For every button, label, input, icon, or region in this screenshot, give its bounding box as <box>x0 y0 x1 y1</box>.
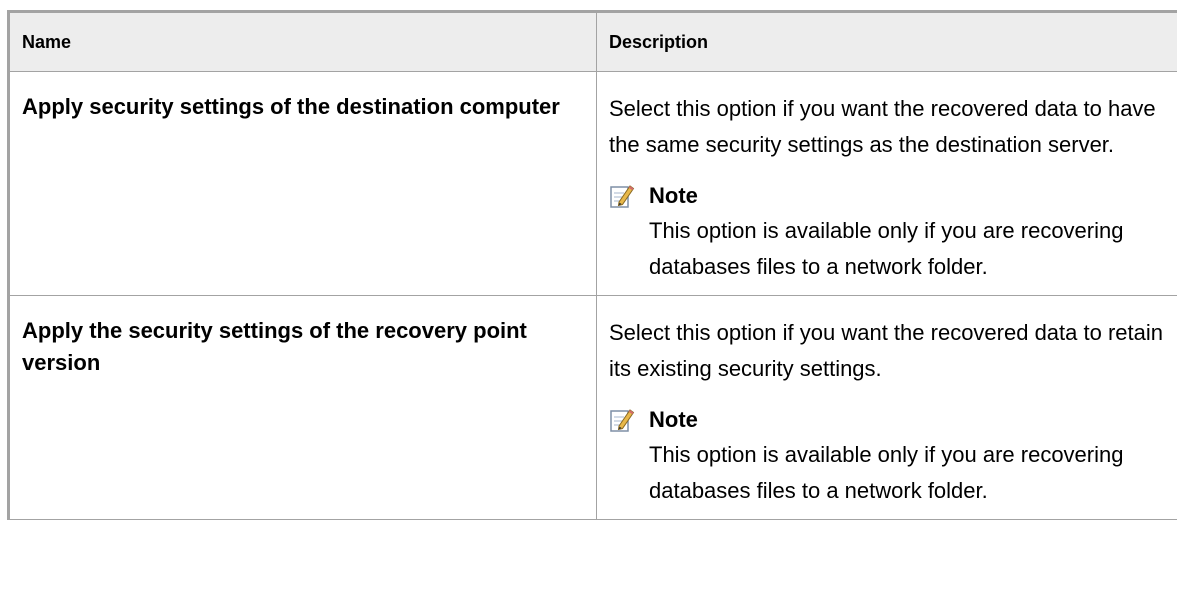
option-name: Apply security settings of the destinati… <box>7 71 597 296</box>
note-pencil-icon <box>610 185 635 208</box>
note-heading: Note <box>609 179 1165 213</box>
option-description-cell: Select this option if you want the recov… <box>596 295 1177 520</box>
note-text: This option is available only if you are… <box>649 218 1124 279</box>
table-row: Apply security settings of the destinati… <box>7 71 1177 296</box>
option-description: Select this option if you want the recov… <box>609 320 1163 381</box>
option-description-cell: Select this option if you want the recov… <box>596 71 1177 296</box>
note-text: This option is available only if you are… <box>649 442 1124 503</box>
options-table: Name Description Apply security settings… <box>7 10 1177 520</box>
table-row: Apply the security settings of the recov… <box>7 295 1177 520</box>
note-block: Note This option is available only if yo… <box>609 403 1165 509</box>
note-label: Note <box>649 183 698 208</box>
table-header-row: Name Description <box>7 10 1177 72</box>
note-heading: Note <box>609 403 1165 437</box>
header-description: Description <box>596 10 1177 72</box>
note-pencil-icon <box>610 409 635 432</box>
header-name: Name <box>7 10 597 72</box>
option-description: Select this option if you want the recov… <box>609 96 1156 157</box>
note-block: Note This option is available only if yo… <box>609 179 1165 285</box>
note-label: Note <box>649 407 698 432</box>
option-name: Apply the security settings of the recov… <box>7 295 597 520</box>
